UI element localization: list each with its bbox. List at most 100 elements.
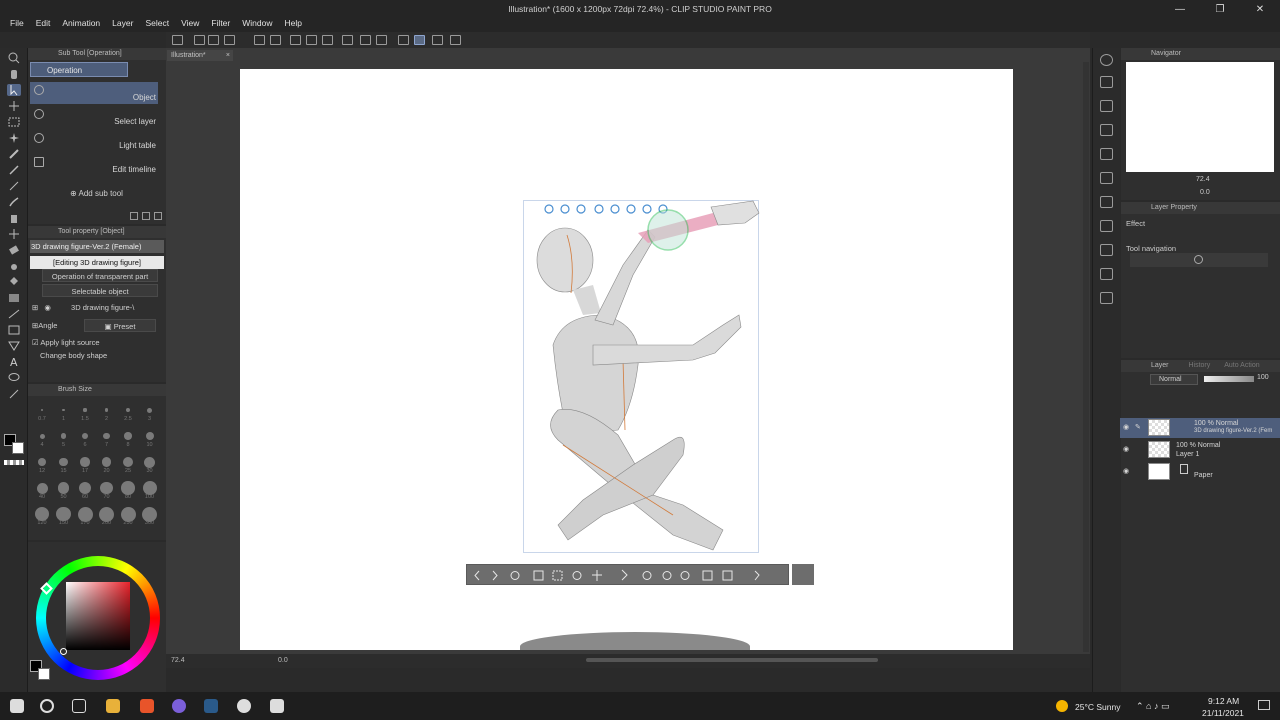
brush-size-cell[interactable]: 15 bbox=[55, 454, 73, 476]
clear-icon[interactable] bbox=[290, 35, 301, 45]
clock-time[interactable]: 9:12 AM bbox=[1208, 696, 1239, 706]
settings-icon[interactable] bbox=[450, 35, 461, 45]
subtool-light-table[interactable]: Light table bbox=[30, 130, 158, 152]
layer-property-dock-icon[interactable] bbox=[1100, 76, 1113, 88]
brush-size-cell[interactable]: 7 bbox=[98, 428, 116, 450]
clip-studio-icon[interactable] bbox=[172, 35, 183, 45]
brush-size-cell[interactable]: 4 bbox=[33, 428, 51, 450]
transparent-operation-select[interactable]: Operation of transparent part bbox=[42, 269, 158, 282]
layer-row-layer-1[interactable]: ◉ 100 % Normal Layer 1 bbox=[1120, 440, 1280, 460]
brush-size-cell[interactable]: 250 bbox=[119, 506, 137, 528]
layer-row-3d-figure[interactable]: ◉ ✎ 100 % Normal 3D drawing figure-Ver.2… bbox=[1120, 418, 1280, 438]
menu-file[interactable]: File bbox=[4, 16, 30, 30]
decoration-tool-icon[interactable] bbox=[7, 228, 21, 240]
horizontal-scrollbar[interactable] bbox=[586, 658, 878, 662]
layer-search-dock-icon[interactable] bbox=[1100, 100, 1113, 112]
layer-row-paper[interactable]: ◉ Paper bbox=[1120, 462, 1280, 482]
windows-start-icon[interactable] bbox=[10, 699, 24, 713]
auto-action-dock-icon[interactable] bbox=[1100, 268, 1113, 280]
subtool-group-tab[interactable]: Operation bbox=[30, 62, 128, 77]
frame-border-tool-icon[interactable] bbox=[7, 324, 21, 336]
document-tab[interactable]: Illustration* × bbox=[167, 50, 233, 61]
close-button[interactable]: ✕ bbox=[1240, 0, 1280, 20]
balloon-tool-icon[interactable] bbox=[7, 372, 21, 384]
snap-ruler-icon on[interactable] bbox=[398, 35, 409, 45]
brush-size-cell[interactable]: 3 bbox=[141, 402, 159, 424]
item-bank-dock-icon[interactable] bbox=[1100, 172, 1113, 184]
deselect-icon[interactable] bbox=[342, 35, 353, 45]
eyedropper-tool-icon[interactable] bbox=[7, 148, 21, 160]
material-dock-icon[interactable] bbox=[1100, 124, 1113, 136]
text-tool-icon[interactable]: A bbox=[7, 356, 21, 369]
brush-size-cell[interactable]: 1 bbox=[55, 402, 73, 424]
transform-icon[interactable] bbox=[322, 35, 333, 45]
brush-size-cell[interactable]: 6 bbox=[76, 428, 94, 450]
object-launcher-icons[interactable] bbox=[467, 565, 790, 586]
correct-line-tool-icon[interactable] bbox=[7, 388, 21, 400]
navigator-preview[interactable] bbox=[1126, 62, 1274, 172]
gradient-tool-icon[interactable] bbox=[7, 292, 21, 304]
tab-auto-action[interactable]: Auto Action bbox=[1224, 362, 1259, 369]
brush-size-cell[interactable]: 0.7 bbox=[33, 402, 51, 424]
eraser-tool-icon[interactable] bbox=[7, 244, 21, 256]
object-settings-button[interactable] bbox=[792, 564, 814, 585]
subtool-edit-timeline[interactable]: Edit timeline bbox=[30, 154, 158, 176]
undo-icon[interactable] bbox=[254, 35, 265, 45]
weather-text[interactable]: 25°C Sunny bbox=[1075, 702, 1120, 712]
brush-size-cell[interactable]: 2.5 bbox=[119, 402, 137, 424]
brush-size-cell[interactable]: 40 bbox=[33, 480, 51, 502]
3d-drawing-figure[interactable] bbox=[523, 195, 763, 555]
snap-grid-icon[interactable] bbox=[432, 35, 443, 45]
brush-size-cell[interactable]: 50 bbox=[55, 480, 73, 502]
menu-filter[interactable]: Filter bbox=[205, 16, 236, 30]
blend-tool-icon[interactable] bbox=[7, 260, 21, 272]
tool-navigation-button[interactable] bbox=[1130, 253, 1268, 267]
steam-icon[interactable] bbox=[204, 699, 218, 713]
tab-history[interactable]: History bbox=[1188, 362, 1210, 369]
history-dock-icon[interactable] bbox=[1100, 244, 1113, 256]
crop-icon[interactable] bbox=[376, 35, 387, 45]
apply-light-row[interactable]: ☑ Apply light source bbox=[32, 336, 158, 349]
fill-tool-icon[interactable] bbox=[7, 276, 21, 288]
operation-tool-icon[interactable] bbox=[7, 84, 21, 96]
duplicate-icon[interactable] bbox=[130, 212, 138, 220]
menu-view[interactable]: View bbox=[175, 16, 205, 30]
brush-size-cell[interactable]: 30 bbox=[141, 454, 159, 476]
move-layer-tool-icon[interactable] bbox=[7, 100, 21, 112]
brush-size-cell[interactable]: 17 bbox=[76, 454, 94, 476]
snap-special-ruler-icon[interactable] bbox=[414, 35, 425, 45]
brush-size-cell[interactable]: 300 bbox=[141, 506, 159, 528]
fill-icon[interactable] bbox=[306, 35, 317, 45]
brush-size-cell[interactable]: 80 bbox=[119, 480, 137, 502]
menu-help[interactable]: Help bbox=[278, 16, 307, 30]
subtool-object[interactable]: Object bbox=[30, 82, 158, 104]
menu-layer[interactable]: Layer bbox=[106, 16, 139, 30]
brush-size-cell[interactable]: 20 bbox=[98, 454, 116, 476]
vertical-scrollbar[interactable] bbox=[1083, 62, 1089, 652]
opacity-value[interactable]: 100 bbox=[1257, 374, 1269, 381]
status-zoom[interactable]: 72.4 bbox=[171, 657, 185, 664]
notifications-icon[interactable] bbox=[1258, 700, 1270, 710]
close-tab-icon[interactable]: × bbox=[226, 50, 230, 61]
color-set-dock-icon[interactable] bbox=[1100, 196, 1113, 208]
brush-size-cell[interactable]: 150 bbox=[55, 506, 73, 528]
brush-size-cell[interactable]: 8 bbox=[119, 428, 137, 450]
navigator-rotation[interactable]: 0.0 bbox=[1200, 189, 1210, 196]
brush-size-cell[interactable]: 12 bbox=[33, 454, 51, 476]
brush-size-cell[interactable]: 25 bbox=[119, 454, 137, 476]
figure-tool-icon[interactable] bbox=[7, 308, 21, 320]
maximize-button[interactable]: ❐ bbox=[1200, 0, 1240, 20]
brush-size-cell[interactable]: 5 bbox=[55, 428, 73, 450]
add-sub-tool-button[interactable]: ⊕ Add sub tool bbox=[70, 189, 123, 198]
task-view-icon[interactable] bbox=[72, 699, 86, 713]
selection-tool-icon[interactable] bbox=[7, 116, 21, 128]
sub-color-swatch[interactable] bbox=[12, 442, 24, 454]
search-icon[interactable] bbox=[40, 699, 54, 713]
pen-tool-icon[interactable] bbox=[7, 164, 21, 176]
app-icon[interactable] bbox=[172, 699, 186, 713]
menu-edit[interactable]: Edit bbox=[30, 16, 57, 30]
airbrush-tool-icon[interactable] bbox=[7, 212, 21, 224]
opacity-slider[interactable] bbox=[1204, 376, 1254, 382]
brush-tool-icon[interactable] bbox=[7, 196, 21, 208]
file-explorer-icon[interactable] bbox=[106, 699, 120, 713]
